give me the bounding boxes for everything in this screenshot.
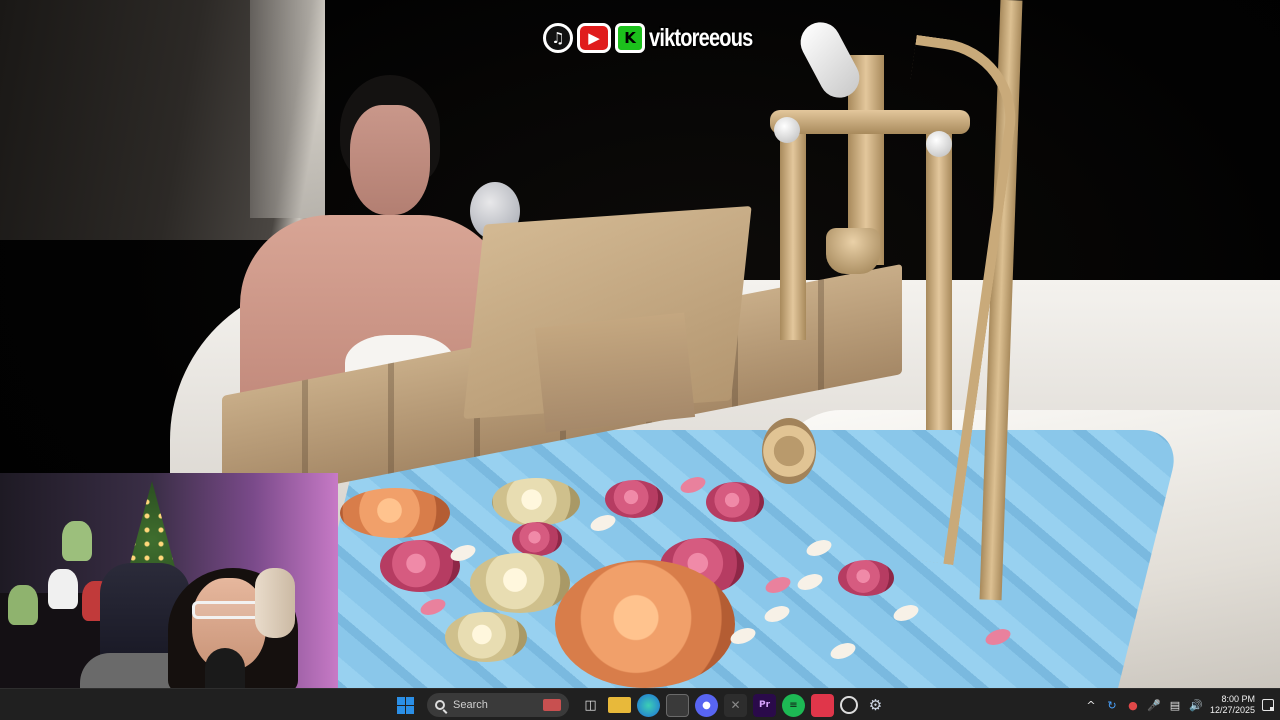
character-face xyxy=(350,105,430,215)
youtube-icon: ▶ xyxy=(577,23,611,53)
mic-icon[interactable]: 🎤 xyxy=(1147,699,1161,712)
search-highlight-icon xyxy=(543,699,561,711)
tub-drain xyxy=(762,418,816,484)
rose xyxy=(445,612,527,662)
figurine xyxy=(48,569,78,609)
speaker-icon[interactable]: 🔊 xyxy=(1189,699,1203,712)
streamlabs-icon[interactable] xyxy=(840,696,858,714)
system-tray: ^ ↻ ● 🎤 ▤ 🔊 8:00 PM 12/27/2025 xyxy=(1084,689,1274,720)
start-button[interactable] xyxy=(394,694,417,717)
discord-icon[interactable]: ● xyxy=(695,693,718,717)
stream-app-icon[interactable] xyxy=(811,693,834,717)
faucet-column xyxy=(780,130,806,340)
clock-date: 12/27/2025 xyxy=(1209,705,1255,715)
streamer-handle: viktoreeous xyxy=(649,23,753,52)
taskbar: Search ◫ ● ✕ Pr ≡ ⚙ ^ ↻ ● 🎤 ▤ 🔊 8:00 PM … xyxy=(0,688,1280,720)
taskbar-apps: Search ◫ ● ✕ Pr ≡ ⚙ xyxy=(394,689,887,720)
search-icon xyxy=(435,700,445,710)
faucet-knob xyxy=(926,131,952,157)
figurine xyxy=(62,521,92,561)
edge-icon[interactable] xyxy=(637,693,660,717)
faucet-column xyxy=(926,130,952,430)
social-handle-overlay: ♫ ▶ K viktoreeous xyxy=(543,20,778,56)
rose xyxy=(838,560,894,596)
rose xyxy=(605,480,663,518)
figurine xyxy=(8,585,38,625)
sync-icon[interactable]: ↻ xyxy=(1105,699,1119,712)
microsoft-store-icon[interactable] xyxy=(666,693,689,717)
premiere-pro-icon[interactable]: Pr xyxy=(753,693,776,717)
file-explorer-icon[interactable] xyxy=(608,697,631,713)
microphone xyxy=(205,648,245,688)
rose xyxy=(492,478,580,526)
settings-icon[interactable]: ⚙ xyxy=(864,694,887,717)
network-icon[interactable]: ▤ xyxy=(1168,699,1182,712)
windows-logo-icon xyxy=(397,696,414,714)
rose xyxy=(340,488,450,538)
excel-icon[interactable]: ✕ xyxy=(724,693,747,717)
kick-icon: K xyxy=(615,23,645,53)
taskbar-search[interactable]: Search xyxy=(427,693,569,717)
spotify-icon[interactable]: ≡ xyxy=(782,693,805,717)
rose xyxy=(555,560,735,688)
notification-center-icon[interactable] xyxy=(1262,699,1274,711)
clock-time: 8:00 PM xyxy=(1221,694,1255,704)
book-stand-leg xyxy=(534,312,696,433)
streamer-glasses xyxy=(192,601,264,619)
faucet-knob xyxy=(774,117,800,143)
rose xyxy=(512,522,562,556)
rose xyxy=(706,482,764,522)
webcam-overlay xyxy=(0,473,338,688)
task-view-icon[interactable]: ◫ xyxy=(579,694,602,717)
record-icon[interactable]: ● xyxy=(1126,699,1140,712)
rose xyxy=(380,540,460,592)
faucet-spout xyxy=(826,228,880,274)
tiktok-icon: ♫ xyxy=(543,23,573,53)
show-hidden-icons-chevron[interactable]: ^ xyxy=(1084,699,1098,712)
search-placeholder: Search xyxy=(453,699,488,711)
headphones xyxy=(255,568,295,638)
rose xyxy=(470,553,570,613)
system-clock[interactable]: 8:00 PM 12/27/2025 xyxy=(1210,694,1255,716)
